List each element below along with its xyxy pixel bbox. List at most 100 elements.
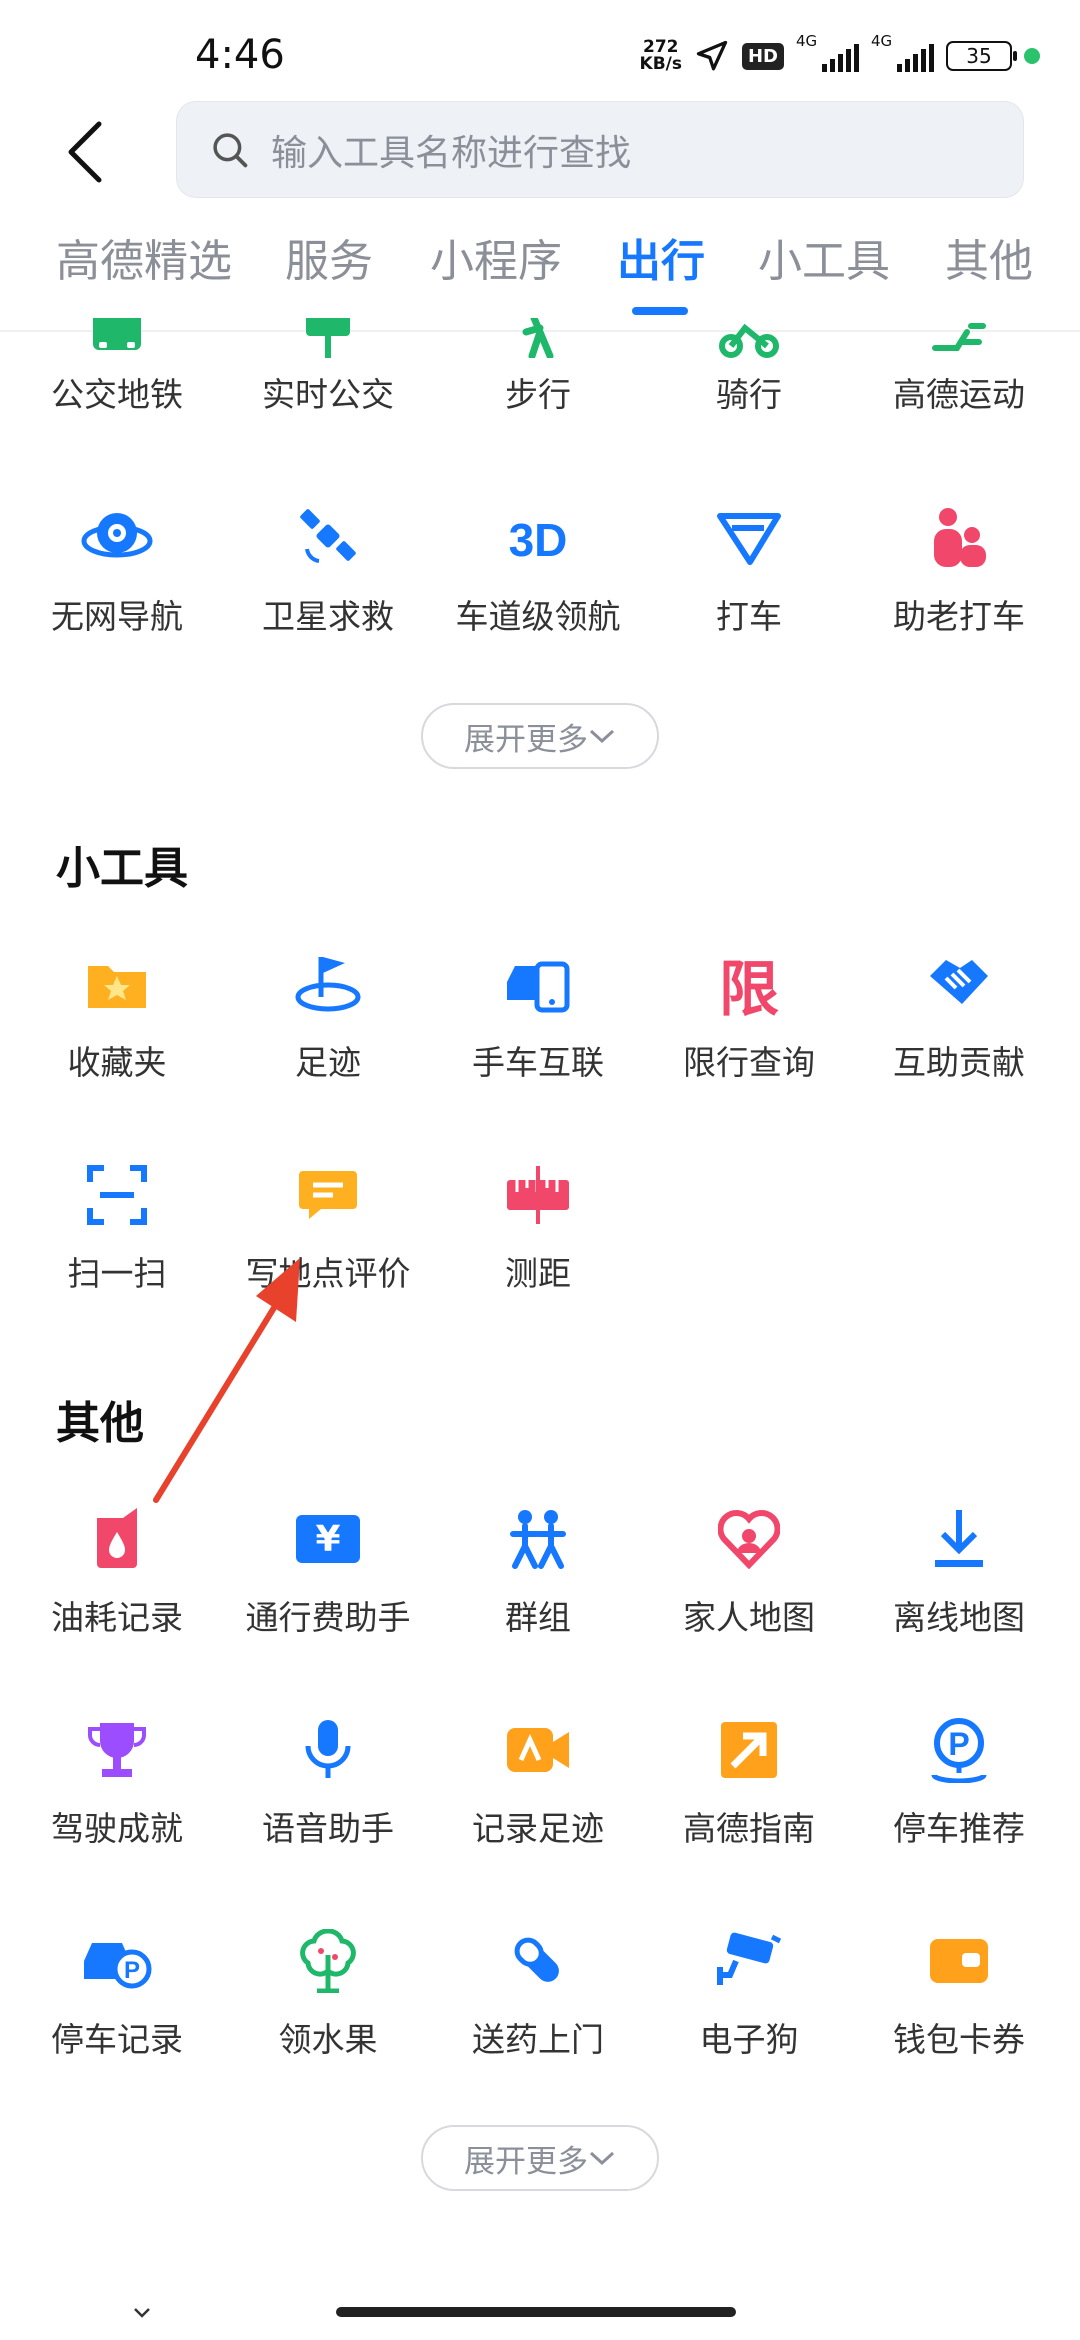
- category-tabs: 高德精选 服务 小程序 出行 小工具 其他: [0, 225, 1080, 330]
- wallet-icon: [921, 1923, 997, 1999]
- search-input[interactable]: 输入工具名称进行查找: [176, 101, 1024, 198]
- svg-text:3D: 3D: [509, 514, 568, 566]
- trophy-icon: [79, 1712, 155, 1788]
- grid-item-realtime-bus[interactable]: 实时公交: [228, 318, 428, 416]
- grid-item-speed-camera[interactable]: 电子狗: [649, 1923, 849, 2061]
- active-tab-indicator: [632, 307, 688, 315]
- search-icon: [213, 132, 248, 167]
- scan-icon: [79, 1157, 155, 1233]
- grid-item-scan[interactable]: 扫一扫: [17, 1157, 217, 1295]
- grid-item-mutual-aid[interactable]: 互助贡献: [859, 946, 1059, 1084]
- tab-featured[interactable]: 高德精选: [56, 225, 232, 289]
- family-map-icon: [711, 1501, 787, 1577]
- taxi-icon: [711, 500, 787, 576]
- grid-item-parking-recommend[interactable]: P 停车推荐: [859, 1712, 1059, 1850]
- offline-nav-icon: [79, 500, 155, 576]
- tab-services[interactable]: 服务: [285, 225, 373, 289]
- parking-pin-icon: P: [921, 1712, 997, 1788]
- grid-item-distance[interactable]: 测距: [438, 1157, 638, 1295]
- chevron-down-icon[interactable]: [133, 2300, 151, 2325]
- download-icon: [921, 1501, 997, 1577]
- bus-icon: [79, 318, 155, 358]
- elder-taxi-icon: [921, 500, 997, 576]
- section-title-tools: 小工具: [56, 843, 188, 894]
- network-speed: 272 KB/s: [639, 37, 682, 74]
- tab-travel[interactable]: 出行: [617, 225, 705, 289]
- svg-text:P: P: [124, 1957, 140, 1984]
- grid-item-medicine[interactable]: 送药上门: [438, 1923, 638, 2061]
- search-placeholder: 输入工具名称进行查找: [271, 132, 632, 174]
- grid-item-offline-map[interactable]: 离线地图: [859, 1501, 1059, 1639]
- grid-item-offline-nav[interactable]: 无网导航: [17, 500, 217, 638]
- grid-item-amap-guide[interactable]: 高德指南: [649, 1712, 849, 1850]
- grid-item-phone-car[interactable]: 手车互联: [438, 946, 638, 1084]
- satellite-icon: [290, 500, 366, 576]
- bus-stop-icon: [290, 318, 366, 358]
- favorites-icon: [79, 946, 155, 1022]
- grid-item-parking-record[interactable]: P 停车记录: [17, 1923, 217, 2061]
- location-arrow-icon: [696, 40, 728, 71]
- chevron-down-icon: [589, 2151, 615, 2166]
- grid-item-footprint[interactable]: 足迹: [228, 946, 428, 1084]
- microphone-icon: [290, 1712, 366, 1788]
- pill-icon: [500, 1923, 576, 1999]
- chevron-down-icon: [589, 729, 615, 744]
- grid-item-wallet[interactable]: 钱包卡券: [859, 1923, 1059, 2061]
- car-parking-icon: P: [79, 1923, 155, 1999]
- grid-item-fruit[interactable]: 领水果: [228, 1923, 428, 2061]
- grid-item-restriction[interactable]: 限 限行查询: [649, 946, 849, 1084]
- section-title-other: 其他: [56, 1398, 144, 1449]
- status-bar: 4:46 272 KB/s HD 4G 4G 35: [0, 0, 1080, 100]
- status-time: 4:46: [195, 32, 285, 78]
- bike-icon: [711, 318, 787, 358]
- ruler-icon: [500, 1157, 576, 1233]
- hd-badge: HD: [741, 42, 784, 70]
- grid-item-write-review[interactable]: 写地点评价: [228, 1157, 428, 1295]
- walk-icon: [500, 318, 576, 358]
- video-record-icon: [500, 1712, 576, 1788]
- grid-item-bus-metro[interactable]: 公交地铁: [17, 318, 217, 416]
- handshake-icon: [921, 946, 997, 1022]
- camera-icon: [711, 1923, 787, 1999]
- guide-icon: [711, 1712, 787, 1788]
- fuel-icon: [79, 1501, 155, 1577]
- grid-item-lane-nav[interactable]: 3D 车道级领航: [438, 500, 638, 638]
- signal-icon: 4G: [796, 32, 859, 72]
- review-icon: [290, 1157, 366, 1233]
- back-button[interactable]: [55, 112, 115, 192]
- grid-item-family-map[interactable]: 家人地图: [649, 1501, 849, 1639]
- grid-item-sports[interactable]: 高德运动: [859, 318, 1059, 416]
- svg-text:P: P: [948, 1726, 969, 1762]
- grid-item-record-footprint[interactable]: 记录足迹: [438, 1712, 638, 1850]
- 3d-lane-icon: 3D: [500, 500, 576, 576]
- grid-item-group[interactable]: 群组: [438, 1501, 638, 1639]
- grid-item-satellite-sos[interactable]: 卫星求救: [228, 500, 428, 638]
- expand-more-button[interactable]: 展开更多: [421, 703, 659, 769]
- grid-item-elder-taxi[interactable]: 助老打车: [859, 500, 1059, 638]
- battery-icon: 35: [946, 41, 1017, 71]
- status-icons: 272 KB/s HD 4G 4G 35: [639, 32, 1040, 78]
- grid-item-bike[interactable]: 骑行: [649, 318, 849, 416]
- grid-item-toll[interactable]: ¥ 通行费助手: [228, 1501, 428, 1639]
- grid-item-driving-achievement[interactable]: 驾驶成就: [17, 1712, 217, 1850]
- grid-item-taxi[interactable]: 打车: [649, 500, 849, 638]
- privacy-dot: [1024, 48, 1040, 64]
- grid-item-fuel[interactable]: 油耗记录: [17, 1501, 217, 1639]
- grid-item-favorites[interactable]: 收藏夹: [17, 946, 217, 1084]
- grid-item-voice-assistant[interactable]: 语音助手: [228, 1712, 428, 1850]
- toll-icon: ¥: [290, 1501, 366, 1577]
- grid-item-walk[interactable]: 步行: [438, 318, 638, 416]
- tab-other[interactable]: 其他: [945, 225, 1033, 289]
- phone-car-icon: [500, 946, 576, 1022]
- tree-icon: [290, 1923, 366, 1999]
- group-icon: [500, 1501, 576, 1577]
- signal-icon: 4G: [871, 32, 934, 72]
- tab-tools[interactable]: 小工具: [758, 225, 890, 289]
- footprint-icon: [290, 946, 366, 1022]
- running-icon: [921, 318, 997, 358]
- chevron-left-icon: [68, 121, 102, 183]
- home-indicator[interactable]: [336, 2307, 736, 2317]
- tab-mini-programs[interactable]: 小程序: [430, 225, 562, 289]
- restriction-icon: 限: [719, 954, 779, 1025]
- expand-more-button[interactable]: 展开更多: [421, 2125, 659, 2191]
